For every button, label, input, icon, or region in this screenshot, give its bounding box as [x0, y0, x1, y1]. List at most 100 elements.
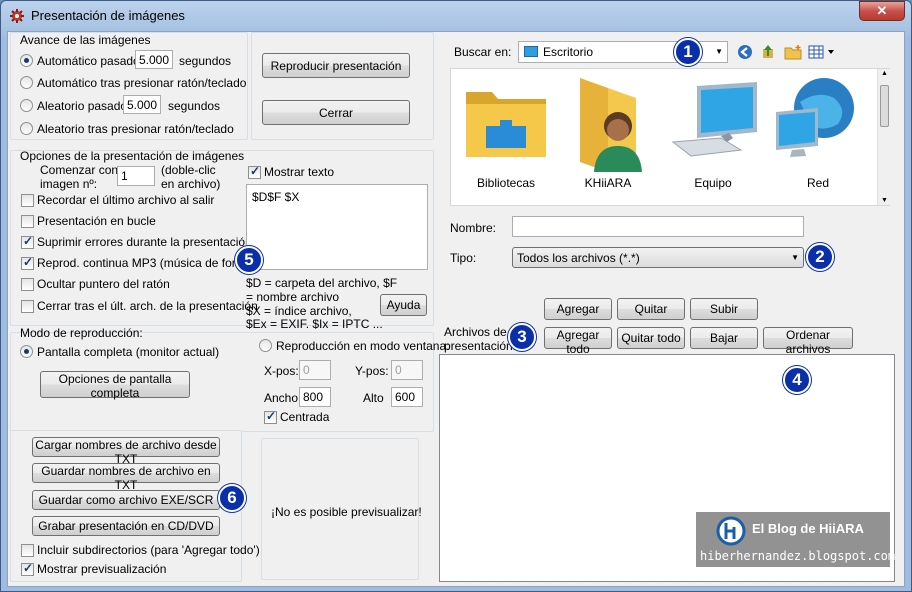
up-folder-icon[interactable] — [760, 43, 776, 60]
chevron-down-icon: ▼ — [715, 47, 723, 56]
help-line-3: $X = índice archivo, — [246, 304, 352, 318]
start-with-hint: (doble-clic — [161, 163, 216, 177]
auto-click-radio[interactable] — [20, 76, 33, 89]
save-exe-button[interactable]: Guardar como archivo EXE/SCR — [32, 490, 220, 510]
remove-all-button[interactable]: Quitar todo — [617, 327, 685, 349]
options-group-label: Opciones de la presentación de imágenes — [20, 149, 245, 163]
main-window: Presentación de imágenes ✕ Avance de las… — [0, 0, 912, 592]
browser-item-label: KHiiARA — [584, 176, 632, 190]
random-time-radio[interactable] — [20, 99, 33, 112]
browser-item-user[interactable]: KHiiARA — [558, 76, 658, 196]
browser-scrollbar[interactable]: ▲ ▼ — [877, 69, 890, 205]
include-subdirs-checkbox[interactable] — [21, 544, 34, 557]
browser-item-libraries[interactable]: Bibliotecas — [456, 76, 556, 196]
start-with-label: Comenzar con — [40, 163, 119, 177]
close-after-last-checkbox[interactable] — [21, 300, 34, 313]
back-icon[interactable] — [737, 44, 753, 60]
close-window-button[interactable]: ✕ — [859, 1, 905, 21]
computer-icon — [671, 82, 757, 157]
browser-item-label: Bibliotecas — [476, 176, 536, 190]
type-select[interactable]: Todos los archivos (*.*) ▼ — [512, 247, 804, 268]
browser-item-network[interactable]: Red — [768, 76, 868, 196]
height-label: Alto — [363, 391, 384, 405]
fullscreen-label: Pantalla completa (monitor actual) — [37, 345, 220, 359]
remember-last-checkbox[interactable] — [21, 194, 34, 207]
libraries-icon — [466, 92, 546, 157]
browser-item-computer[interactable]: Equipo — [663, 76, 763, 196]
burn-cd-button[interactable]: Grabar presentación en CD/DVD — [32, 516, 220, 536]
callout-badge-4: 4 — [783, 366, 811, 394]
scrollbar-thumb[interactable] — [880, 85, 889, 127]
preview-message: ¡No es posible previsualizar! — [271, 505, 422, 519]
auto-time-unit: segundos — [179, 54, 232, 68]
up-button[interactable]: Subir — [690, 298, 758, 320]
callout-badge-1: 1 — [674, 38, 702, 66]
title-bar[interactable]: Presentación de imágenes ✕ — [1, 1, 911, 31]
text-format-field[interactable]: $D$F $X — [246, 184, 428, 270]
remember-last-label: Recordar el último archivo al salir — [37, 193, 215, 207]
fullscreen-radio[interactable] — [20, 345, 33, 358]
fullscreen-options-button[interactable]: Opciones de pantalla completa — [40, 371, 190, 400]
type-label: Tipo: — [450, 251, 477, 265]
scroll-up-icon[interactable]: ▲ — [881, 70, 888, 77]
look-in-value: Escritorio — [543, 45, 594, 59]
callout-badge-2: 2 — [806, 243, 834, 271]
random-click-label: Aleatorio tras presionar ratón/teclado — [37, 122, 234, 136]
watermark-url: hiberhernandez.blogspot.com — [700, 549, 896, 563]
add-all-button[interactable]: Agregar todo — [544, 327, 612, 356]
down-button[interactable]: Bajar — [690, 327, 758, 349]
browser-item-label: Red — [806, 176, 829, 190]
show-text-label: Mostrar texto — [264, 165, 335, 179]
close-button[interactable]: Cerrar — [262, 100, 410, 125]
xpos-input[interactable] — [299, 360, 331, 380]
auto-time-radio[interactable] — [20, 54, 33, 67]
show-preview-label: Mostrar previsualización — [37, 562, 167, 576]
window-title: Presentación de imágenes — [31, 8, 185, 23]
play-mp3-checkbox[interactable] — [21, 255, 34, 270]
remove-button[interactable]: Quitar — [617, 298, 685, 320]
add-button[interactable]: Agregar — [544, 298, 612, 320]
network-icon — [776, 78, 854, 157]
random-time-unit: segundos — [168, 99, 221, 113]
hide-pointer-checkbox[interactable] — [21, 278, 34, 291]
window-mode-radio[interactable] — [259, 339, 272, 352]
advance-group-label: Avance de las imágenes — [20, 33, 151, 47]
sort-files-button[interactable]: Ordenar archivos — [763, 327, 853, 356]
new-folder-icon[interactable] — [784, 44, 802, 60]
width-input[interactable] — [299, 387, 331, 407]
auto-time-input[interactable] — [135, 50, 173, 69]
files-list-label-2: presentación: — [444, 339, 517, 353]
save-txt-button[interactable]: Guardar nombres de archivo en TXT — [32, 463, 220, 492]
random-time-input[interactable] — [123, 95, 161, 114]
width-label: Ancho: — [264, 391, 302, 405]
view-menu-icon[interactable] — [808, 44, 836, 60]
help-line-1: $D = carpeta del archivo, $F — [246, 276, 398, 290]
loop-checkbox[interactable] — [21, 215, 34, 228]
show-preview-checkbox[interactable] — [21, 561, 34, 576]
app-icon — [10, 9, 24, 23]
name-input[interactable] — [512, 216, 804, 237]
show-text-checkbox[interactable] — [248, 164, 261, 179]
start-with-label-2: imagen nº: — [40, 177, 98, 191]
blog-logo-icon — [716, 516, 746, 546]
load-txt-button[interactable]: Cargar nombres de archivo desde TXT — [32, 437, 220, 466]
centered-checkbox[interactable] — [264, 409, 277, 424]
loop-label: Presentación en bucle — [37, 214, 156, 228]
start-with-input[interactable] — [117, 166, 155, 186]
suppress-errors-label: Suprimir errores durante la presentación — [37, 235, 252, 249]
random-click-radio[interactable] — [20, 122, 33, 135]
auto-click-label: Automático tras presionar ratón/teclado — [37, 76, 247, 90]
close-after-last-label: Cerrar tras el últ. arch. de la presenta… — [37, 299, 258, 313]
centered-label: Centrada — [280, 410, 330, 424]
scroll-down-icon[interactable]: ▼ — [881, 197, 888, 204]
suppress-errors-checkbox[interactable] — [21, 234, 34, 249]
callout-badge-5: 5 — [235, 246, 263, 274]
callout-badge-3: 3 — [508, 323, 536, 351]
name-label: Nombre: — [450, 221, 497, 235]
height-input[interactable] — [391, 387, 423, 407]
play-mp3-label: Reprod. continua MP3 (música de fondo) — [37, 256, 256, 270]
play-presentation-button[interactable]: Reproducir presentación — [262, 53, 410, 78]
ypos-input[interactable] — [391, 360, 423, 380]
start-with-hint-2: en archivo) — [161, 177, 221, 191]
help-button[interactable]: Ayuda — [380, 294, 427, 316]
